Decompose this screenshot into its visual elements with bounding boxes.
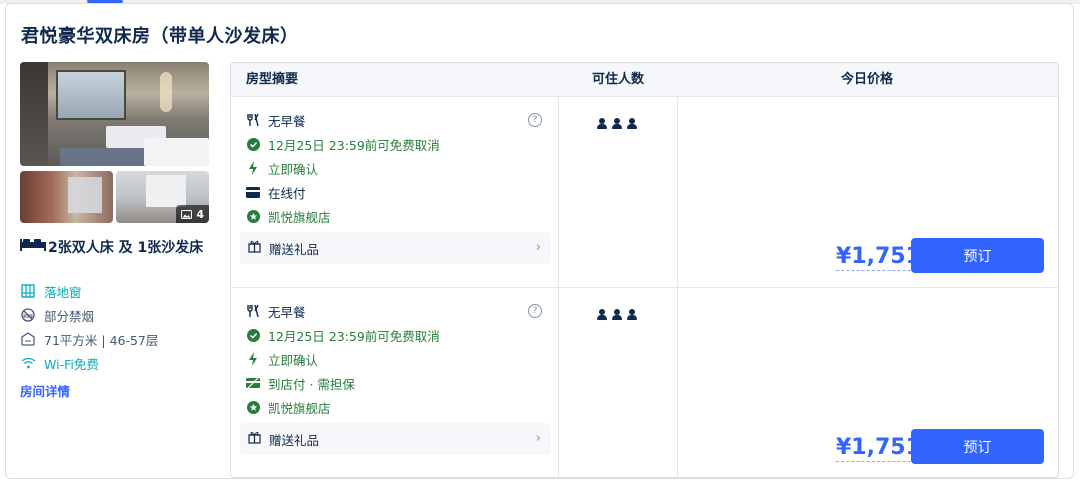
- person-icon: [612, 118, 622, 130]
- feature-label: Wi-Fi免费: [44, 356, 99, 372]
- dining-icon: [246, 113, 260, 127]
- store-text: 凯悦旗舰店: [268, 209, 331, 225]
- room-thumbnail-1[interactable]: [20, 171, 113, 223]
- price[interactable]: ¥1,751: [836, 435, 921, 462]
- store-info: 凯悦旗舰店: [246, 395, 331, 419]
- area-icon: [20, 331, 36, 347]
- store-text: 凯悦旗舰店: [268, 400, 331, 416]
- cancel-text: 12月25日 23:59前可免费取消: [268, 328, 440, 344]
- table-header: 房型摘要 可住人数 今日价格: [231, 63, 1058, 97]
- store-info: 凯悦旗舰店: [246, 204, 331, 228]
- window-icon: [20, 283, 36, 299]
- person-icon: [612, 309, 622, 321]
- chevron-right-icon: ›: [535, 431, 541, 446]
- gift-icon: [248, 240, 261, 256]
- confirm-text: 立即确认: [268, 352, 319, 368]
- chevron-right-icon: ›: [535, 240, 541, 255]
- feature-smoking: 部分禁烟: [20, 305, 94, 325]
- cancel-text: 12月25日 23:59前可免费取消: [268, 137, 440, 153]
- gift-row[interactable]: 赠送礼品 ›: [240, 232, 551, 264]
- payment-method: 到店付 · 需担保: [246, 371, 355, 395]
- gift-text: 赠送礼品: [269, 432, 320, 448]
- gift-icon: [248, 431, 261, 447]
- feature-area: 71平方米 | 46-57层: [20, 329, 158, 349]
- card-icon: [246, 185, 260, 199]
- room-main-photo[interactable]: [20, 62, 209, 166]
- person-icon: [597, 118, 607, 130]
- feature-label: 落地窗: [44, 284, 82, 300]
- person-icon: [597, 309, 607, 321]
- help-icon[interactable]: ?: [528, 304, 542, 318]
- image-icon: [181, 209, 193, 219]
- breakfast-info: 无早餐: [246, 299, 306, 323]
- wifi-icon: [20, 355, 36, 371]
- instant-confirm: 立即确认: [246, 156, 318, 180]
- breakfast-info: 无早餐: [246, 108, 306, 132]
- price[interactable]: ¥1,751: [836, 244, 921, 271]
- room-details-link[interactable]: 房间详情: [20, 381, 70, 400]
- feature-label: 部分禁烟: [44, 308, 95, 324]
- help-icon[interactable]: ?: [528, 113, 542, 127]
- confirm-text: 立即确认: [268, 161, 319, 177]
- occupancy-icons: [597, 118, 637, 130]
- header-summary: 房型摘要: [246, 72, 299, 87]
- payment-text: 在线付: [268, 185, 306, 201]
- cancel-policy[interactable]: 12月25日 23:59前可免费取消: [246, 323, 440, 347]
- bed-info: 2张双人床 及 1张沙发床: [20, 236, 210, 260]
- bed-info-text: 2张双人床 及 1张沙发床: [48, 240, 204, 256]
- card-guarantee-icon: [246, 376, 260, 390]
- breakfast-text: 无早餐: [268, 304, 306, 320]
- no-smoking-icon: [20, 307, 36, 323]
- header-occupancy: 可住人数: [592, 72, 645, 87]
- header-price: 今日价格: [841, 72, 894, 87]
- rate-table: 房型摘要 可住人数 今日价格 无早餐 ? 12月25日 23:59前可免费取消 …: [230, 62, 1059, 478]
- occupancy-icons: [597, 309, 637, 321]
- check-circle-icon: [246, 328, 260, 342]
- room-thumbnail-2[interactable]: 4: [116, 171, 209, 223]
- photo-count-badge: 4: [176, 205, 209, 223]
- breakfast-text: 无早餐: [268, 113, 306, 129]
- lightning-icon: [246, 161, 260, 175]
- star-badge-icon: [246, 209, 260, 223]
- dining-icon: [246, 304, 260, 318]
- feature-window: 落地窗: [20, 281, 82, 301]
- gift-text: 赠送礼品: [269, 241, 320, 257]
- instant-confirm: 立即确认: [246, 347, 318, 371]
- gift-row[interactable]: 赠送礼品 ›: [240, 423, 551, 455]
- person-icon: [627, 118, 637, 130]
- star-badge-icon: [246, 400, 260, 414]
- book-button[interactable]: 预订: [911, 238, 1044, 273]
- book-button[interactable]: 预订: [911, 429, 1044, 464]
- check-circle-icon: [246, 137, 260, 151]
- bed-icon: [20, 236, 48, 260]
- payment-method: 在线付: [246, 180, 306, 204]
- cancel-policy[interactable]: 12月25日 23:59前可免费取消: [246, 132, 440, 156]
- person-icon: [627, 309, 637, 321]
- feature-wifi: Wi-Fi免费: [20, 353, 99, 373]
- photo-count: 4: [196, 207, 204, 221]
- room-title: 君悦豪华双床房（带单人沙发床）: [21, 26, 299, 47]
- feature-label: 71平方米 | 46-57层: [44, 332, 159, 348]
- payment-text: 到店付 · 需担保: [268, 376, 355, 392]
- lightning-icon: [246, 352, 260, 366]
